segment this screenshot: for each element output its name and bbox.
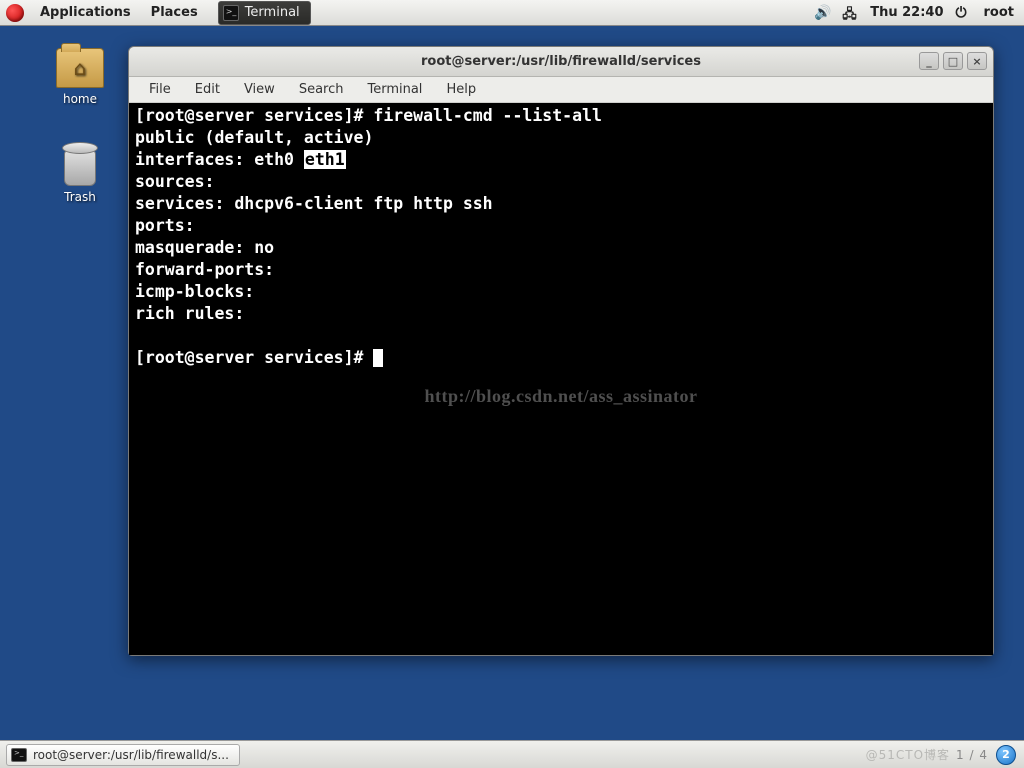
terminal-line: forward-ports: <box>135 259 987 281</box>
taskbar-terminal-button[interactable]: Terminal <box>218 1 311 25</box>
applications-menu[interactable]: Applications <box>30 5 141 20</box>
network-icon[interactable]: 🖧 <box>842 5 858 21</box>
terminal-menubar: File Edit View Search Terminal Help <box>129 77 993 103</box>
terminal-line: interfaces: eth0 eth1 <box>135 149 987 171</box>
faint-watermark: @51CTO博客 <box>866 746 950 763</box>
workspace-badge[interactable]: 2 <box>996 745 1016 765</box>
desktop-icon-trash[interactable]: Trash <box>40 140 120 204</box>
cursor-icon <box>373 349 383 367</box>
system-tray: 🔊 🖧 Thu 22:40 ⏻ root <box>814 5 1024 21</box>
top-panel: Applications Places Terminal 🔊 🖧 Thu 22:… <box>0 0 1024 26</box>
terminal-line <box>135 325 987 347</box>
terminal-line: [root@server services]# <box>135 347 987 369</box>
watermark-text: http://blog.csdn.net/ass_assinator <box>129 385 993 407</box>
taskbar-item-label: root@server:/usr/lib/firewalld/s... <box>33 748 229 762</box>
bottom-panel: root@server:/usr/lib/firewalld/s... @51C… <box>0 740 1024 768</box>
desktop-icon-label: home <box>40 92 120 106</box>
volume-icon[interactable]: 🔊 <box>814 5 830 21</box>
selection-highlight: eth1 <box>304 150 346 169</box>
desktop-icon-home[interactable]: ⌂ home <box>40 48 120 106</box>
user-label[interactable]: root <box>984 5 1015 20</box>
terminal-icon <box>223 5 239 21</box>
terminal-line: icmp-blocks: <box>135 281 987 303</box>
menu-view[interactable]: View <box>232 82 287 97</box>
window-title: root@server:/usr/lib/firewalld/services <box>421 54 701 69</box>
terminal-line: sources: <box>135 171 987 193</box>
menu-terminal[interactable]: Terminal <box>355 82 434 97</box>
trash-icon <box>60 140 100 186</box>
menu-help[interactable]: Help <box>434 82 488 97</box>
places-menu[interactable]: Places <box>141 5 208 20</box>
terminal-line: ports: <box>135 215 987 237</box>
window-maximize-button[interactable]: □ <box>943 52 963 70</box>
terminal-line: masquerade: no <box>135 237 987 259</box>
window-close-button[interactable]: × <box>967 52 987 70</box>
power-icon[interactable]: ⏻ <box>956 5 972 21</box>
window-titlebar[interactable]: root@server:/usr/lib/firewalld/services … <box>129 47 993 77</box>
folder-icon: ⌂ <box>56 48 104 88</box>
menu-search[interactable]: Search <box>287 82 356 97</box>
terminal-line: services: dhcpv6-client ftp http ssh <box>135 193 987 215</box>
terminal-line: public (default, active) <box>135 127 987 149</box>
workspace-pager-label: 1 / 4 <box>956 748 988 762</box>
taskbar-terminal-label: Terminal <box>245 5 300 20</box>
distro-logo-icon <box>6 4 24 22</box>
menu-file[interactable]: File <box>137 82 183 97</box>
menu-edit[interactable]: Edit <box>183 82 232 97</box>
taskbar-item-terminal[interactable]: root@server:/usr/lib/firewalld/s... <box>6 744 240 766</box>
terminal-line: [root@server services]# firewall-cmd --l… <box>135 105 987 127</box>
terminal-window: root@server:/usr/lib/firewalld/services … <box>128 46 994 656</box>
terminal-body[interactable]: [root@server services]# firewall-cmd --l… <box>129 103 993 655</box>
terminal-line: rich rules: <box>135 303 987 325</box>
terminal-icon <box>11 748 27 762</box>
window-minimize-button[interactable]: _ <box>919 52 939 70</box>
clock[interactable]: Thu 22:40 <box>870 5 943 20</box>
desktop-icon-label: Trash <box>40 190 120 204</box>
